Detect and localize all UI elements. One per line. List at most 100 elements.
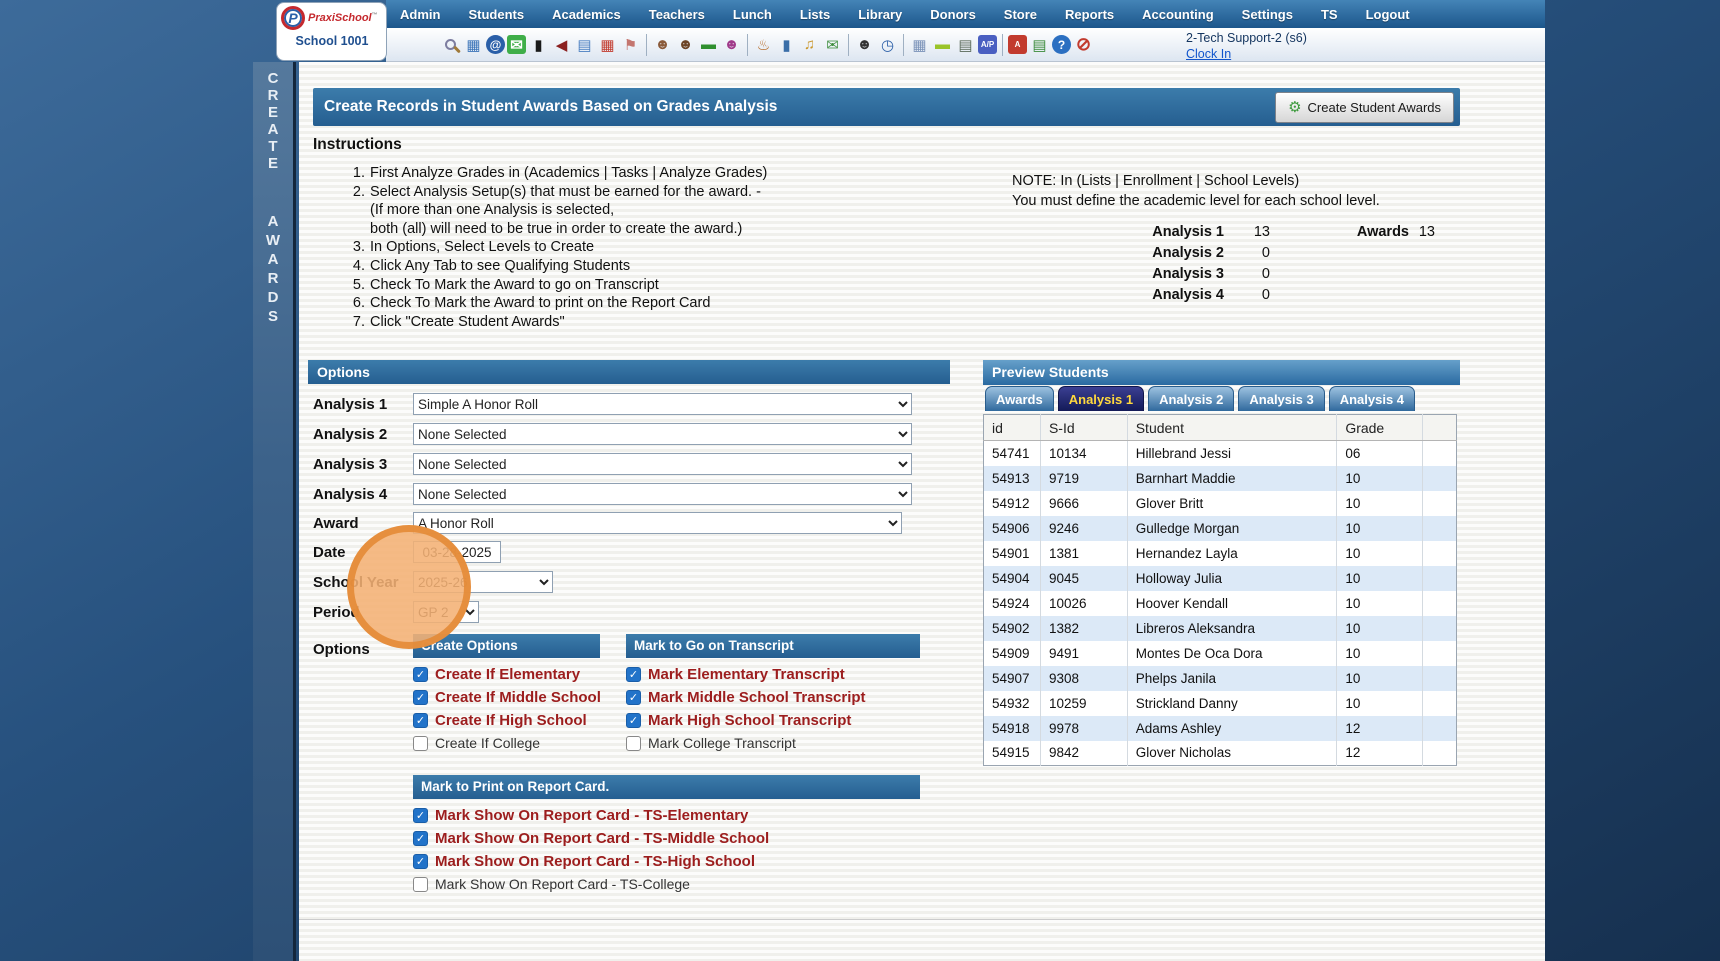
nav-students[interactable]: Students: [454, 0, 538, 28]
family-icon[interactable]: ☻: [721, 34, 742, 55]
student-cell: 54912: [983, 490, 1041, 516]
checkbox-mark-show-on-report-card-ts-elementary[interactable]: ✓: [413, 807, 428, 823]
clock-icon[interactable]: ◷: [877, 34, 898, 55]
analysis-1-select[interactable]: Simple A Honor Roll: [413, 393, 912, 415]
add-student-icon[interactable]: ☻: [652, 34, 673, 55]
checkbox-mark-show-on-report-card-ts-high-school[interactable]: ✓: [413, 853, 428, 869]
schedule-calendar-icon[interactable]: ▤: [574, 34, 595, 55]
student-row[interactable]: 54904 9045 Holloway Julia 10: [983, 565, 1457, 591]
nav-logout[interactable]: Logout: [1352, 0, 1424, 28]
page-content: Create Records in Student Awards Based o…: [299, 62, 1545, 961]
student-cell: 06: [1336, 440, 1424, 466]
student-cell: 10: [1336, 665, 1424, 691]
check-printer-icon[interactable]: ▤: [955, 34, 976, 55]
student-icon[interactable]: ☻: [675, 34, 696, 55]
checkbox-mark-middle-school-transcript[interactable]: ✓: [626, 689, 641, 705]
nav-reports[interactable]: Reports: [1051, 0, 1128, 28]
nav-donors[interactable]: Donors: [916, 0, 990, 28]
checkbox-mark-college-transcript[interactable]: [626, 735, 641, 751]
student-row[interactable]: 54932 10259 Strickland Danny 10: [983, 690, 1457, 716]
checkbox-create-if-college[interactable]: [413, 735, 428, 751]
bell-icon[interactable]: ♫: [799, 34, 820, 55]
checkbox-mark-high-school-transcript[interactable]: ✓: [626, 712, 641, 728]
analysis-2-select[interactable]: None Selected: [413, 423, 912, 445]
tab-analysis-4[interactable]: Analysis 4: [1328, 386, 1416, 411]
student-cell: 1381: [1040, 540, 1128, 566]
library-book-icon[interactable]: ▮: [776, 34, 797, 55]
school-year-select[interactable]: 2025-26: [413, 571, 553, 593]
analysis-3-select[interactable]: None Selected: [413, 453, 912, 475]
student-cell: 10: [1336, 640, 1424, 666]
sms-chat-icon[interactable]: ✉: [507, 35, 526, 54]
lunch-icon[interactable]: ♨: [753, 34, 774, 55]
student-row[interactable]: 54915 9842 Glover Nicholas 12: [983, 740, 1457, 766]
tab-awards[interactable]: Awards: [985, 386, 1054, 411]
student-cell: 9978: [1040, 715, 1128, 741]
student-row[interactable]: 54913 9719 Barnhart Maddie 10: [983, 465, 1457, 491]
nav-store[interactable]: Store: [990, 0, 1051, 28]
pdf-export-icon[interactable]: A: [1008, 35, 1027, 54]
send-mail-icon[interactable]: ✉: [822, 34, 843, 55]
student-row[interactable]: 54912 9666 Glover Britt 10: [983, 490, 1457, 516]
email-icon[interactable]: @: [486, 35, 505, 54]
nav-academics[interactable]: Academics: [538, 0, 635, 28]
analysis-4-select[interactable]: None Selected: [413, 483, 912, 505]
calendar-grid-icon[interactable]: ▦: [463, 34, 484, 55]
student-row[interactable]: 54909 9491 Montes De Oca Dora 10: [983, 640, 1457, 666]
mobile-phone-icon[interactable]: ▮: [528, 34, 549, 55]
checkbox-mark-show-on-report-card-ts-college[interactable]: [413, 876, 428, 892]
nav-library[interactable]: Library: [844, 0, 916, 28]
payment-card-icon[interactable]: ▬: [932, 34, 953, 55]
period-select[interactable]: GP 2: [413, 601, 479, 623]
student-row[interactable]: 54924 10026 Hoover Kendall 10: [983, 590, 1457, 616]
student-row[interactable]: 54902 1382 Libreros Aleksandra 10: [983, 615, 1457, 641]
checkbox-create-if-elementary[interactable]: ✓: [413, 666, 428, 682]
create-student-awards-button[interactable]: ⚙ Create Student Awards: [1275, 91, 1454, 123]
clock-in-link[interactable]: Clock In: [1186, 47, 1231, 61]
student-cell: 54907: [983, 665, 1041, 691]
alert-stop-icon[interactable]: ⊘: [1073, 34, 1094, 55]
gradebook-icon[interactable]: ▦: [909, 34, 930, 55]
payment-icon[interactable]: ▬: [698, 34, 719, 55]
megaphone-icon[interactable]: ⚑: [620, 34, 641, 55]
checkbox-mark-elementary-transcript[interactable]: ✓: [626, 666, 641, 682]
student-row[interactable]: 54918 9978 Adams Ashley 12: [983, 715, 1457, 741]
award-select[interactable]: A Honor Roll: [413, 512, 902, 534]
accounts-payable-icon[interactable]: A/P: [978, 35, 997, 54]
app-logo[interactable]: P PraxiSchool™ School 1001: [276, 2, 387, 61]
student-cell: 54906: [983, 515, 1041, 541]
student-row[interactable]: 54741 10134 Hillebrand Jessi 06: [983, 440, 1457, 466]
date-input[interactable]: [413, 541, 501, 563]
tab-analysis-2[interactable]: Analysis 2: [1148, 386, 1235, 411]
check-row-mark-show-on-report-card-ts-college: Mark Show On Report Card - TS-College: [413, 874, 769, 894]
nav-admin[interactable]: Admin: [386, 0, 454, 28]
nav-teachers[interactable]: Teachers: [635, 0, 719, 28]
col-header-grade: Grade: [1336, 414, 1424, 441]
student-cell: 10: [1336, 590, 1424, 616]
student-cell: 54901: [983, 540, 1041, 566]
checkbox-mark-show-on-report-card-ts-middle-school[interactable]: ✓: [413, 830, 428, 846]
instruction-step: 5. Check To Mark the Award to go on Trans…: [352, 276, 659, 293]
nav-settings[interactable]: Settings: [1228, 0, 1307, 28]
cash-register-icon[interactable]: ▤: [1029, 34, 1050, 55]
search-icon[interactable]: [440, 34, 461, 55]
speaker-icon[interactable]: ◀: [551, 34, 572, 55]
gear-icon: ⚙: [1288, 99, 1302, 116]
student-cell: 10259: [1040, 690, 1128, 716]
student-row[interactable]: 54907 9308 Phelps Janila 10: [983, 665, 1457, 691]
event-calendar-icon[interactable]: ▦: [597, 34, 618, 55]
checkbox-create-if-middle-school[interactable]: ✓: [413, 689, 428, 705]
nav-accounting[interactable]: Accounting: [1128, 0, 1228, 28]
tab-analysis-1[interactable]: Analysis 1: [1057, 386, 1145, 411]
nav-lunch[interactable]: Lunch: [719, 0, 786, 28]
options-label: Options: [313, 641, 370, 658]
student-row[interactable]: 54906 9246 Gulledge Morgan 10: [983, 515, 1457, 541]
student-cell: 54904: [983, 565, 1041, 591]
help-icon[interactable]: ?: [1052, 35, 1071, 54]
student-row[interactable]: 54901 1381 Hernandez Layla 10: [983, 540, 1457, 566]
nav-lists[interactable]: Lists: [786, 0, 844, 28]
tab-analysis-3[interactable]: Analysis 3: [1238, 386, 1325, 411]
nav-ts[interactable]: TS: [1307, 0, 1352, 28]
checkbox-create-if-high-school[interactable]: ✓: [413, 712, 428, 728]
staff-member-icon[interactable]: ☻: [854, 34, 875, 55]
